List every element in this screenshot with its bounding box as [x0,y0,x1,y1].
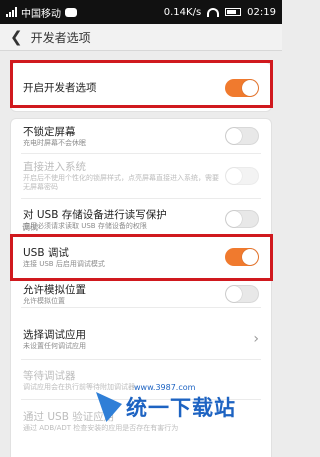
battery-icon [225,8,242,16]
toggle-knob [242,249,258,265]
debug-row-usb-debug[interactable]: USB 调试 连接 USB 后启用调试模式 [11,235,271,279]
dev-options-label: 开启开发者选项 [23,82,97,94]
dev-options-row[interactable]: 开启开发者选项 [11,63,271,113]
status-right: 0.14K/s 02:19 [164,7,276,18]
network-speed: 0.14K/s [163,6,202,18]
back-icon[interactable]: ❮ [10,28,23,46]
settings-card: 不锁定屏幕 充电时屏幕不会休眠 直接进入系统 开启后不使用个性化的锁屏样式，点亮… [10,118,272,238]
setting-description: 应用必须请求读取 USB 存储设备的权限 [23,221,147,230]
direct-entry-toggle [225,167,259,185]
setting-label: 允许模拟位置 [23,283,86,296]
page-title: 开发者选项 [30,30,91,45]
toggle-knob [226,168,242,184]
wifi-icon [207,7,220,17]
watermark: 统一下载站 www.3987.com [96,383,282,431]
toggle-knob [226,211,242,227]
toggle-knob [226,128,242,144]
setting-label: 等待调试器 [23,369,76,382]
dev-options-toggle[interactable] [225,79,259,97]
stay-awake-toggle[interactable] [225,127,259,145]
setting-description: 未设置任何调试应用 [23,341,86,350]
watermark-logo-icon [96,392,122,422]
setting-row-direct-entry: 直接进入系统 开启后不使用个性化的锁屏样式，点亮屏幕直接进入系统，需要无屏幕密码 [11,154,271,198]
chevron-right-icon: › [253,331,259,347]
setting-row-stay-awake[interactable]: 不锁定屏幕 充电时屏幕不会休眠 [11,119,271,153]
setting-label: 直接进入系统 [23,161,86,173]
setting-label: 选择调试应用 [23,328,86,341]
setting-description: 开启后不使用个性化的锁屏样式，点亮屏幕直接进入系统，需要无屏幕密码 [23,174,219,191]
carrier-name: 中国移动 [21,8,61,20]
usb-debug-toggle[interactable] [225,248,259,266]
setting-label: 对 USB 存储设备进行读写保护 [23,208,167,221]
signal-icon [6,7,17,17]
watermark-text: 统一下载站 [126,396,236,420]
setting-description: 允许模拟位置 [23,296,65,305]
setting-label: 不锁定屏幕 [23,125,76,138]
toggle-knob [242,80,258,96]
toggle-knob [226,286,242,302]
setting-description: 充电时屏幕不会休眠 [23,138,86,147]
debug-row-select-app[interactable]: 选择调试应用 未设置任何调试应用 › [11,319,271,359]
section-label-debug: 调试 [22,223,38,232]
clock: 02:19 [247,6,276,18]
debug-row-mock-location[interactable]: 允许模拟位置 允许模拟位置 [11,277,271,311]
setting-label: USB 调试 [23,246,69,259]
carrier-group: 中国移动 [6,5,77,20]
setting-description: 连接 USB 后启用调试模式 [23,259,105,268]
status-bar: 中国移动 0.14K/s 02:19 [0,0,282,24]
mock-location-toggle[interactable] [225,285,259,303]
watermark-url: www.3987.com [134,383,196,392]
title-bar: ❮ 开发者选项 [0,24,282,51]
divider [21,359,261,360]
dev-options-card: 开启开发者选项 [10,62,272,112]
usb-protect-toggle[interactable] [225,210,259,228]
notification-icon [65,7,77,17]
setting-row-usb-protect[interactable]: 对 USB 存储设备进行读写保护 应用必须请求读取 USB 存储设备的权限 [11,199,271,239]
